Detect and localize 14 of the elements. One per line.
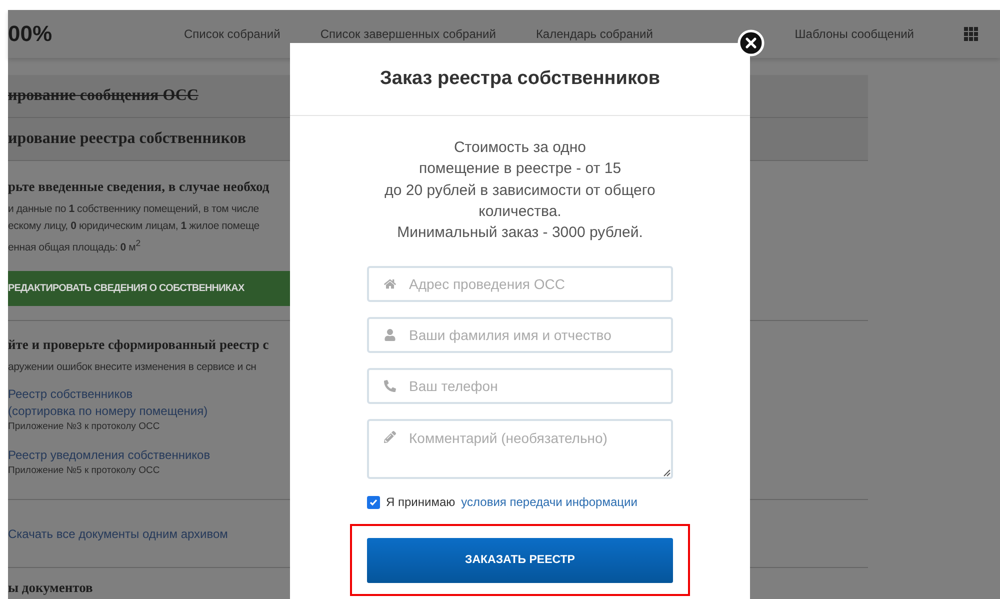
document-caption: Приложение №3 к протоколу ОСС (8, 420, 161, 432)
summary-text: ескому лицу, 0 юридическим лицам, 1 жилое помеще (8, 219, 260, 234)
section-title: ирование сообщения ОСС (8, 87, 198, 105)
note-text: аружении ошибок внесите изменения в сервисе и сн (8, 360, 258, 374)
section-title: ирование реестра собственников (8, 130, 246, 148)
logo-text: 00% (8, 21, 54, 47)
section-heading: рьте введенные сведения, в случае необход (8, 179, 270, 195)
section-heading: ы документов (8, 580, 94, 596)
summary-text: и данные по 1 собственнику помещений, в том числе (8, 202, 260, 217)
section-heading: йте и проверьте сформированный реестр с (8, 336, 270, 352)
document-caption: Приложение №5 к протоколу ОСС (8, 464, 161, 476)
price-description: Стоимость за одно помещение в реестре - от 15 до 20 рублей в зависимости от общего количества. Минимальный заказ - 3000 рублей. (384, 138, 656, 244)
consent-text: Я принимаю (386, 495, 456, 510)
summary-text: енная общая площадь: 0 м$^{2}$ (8, 237, 142, 256)
